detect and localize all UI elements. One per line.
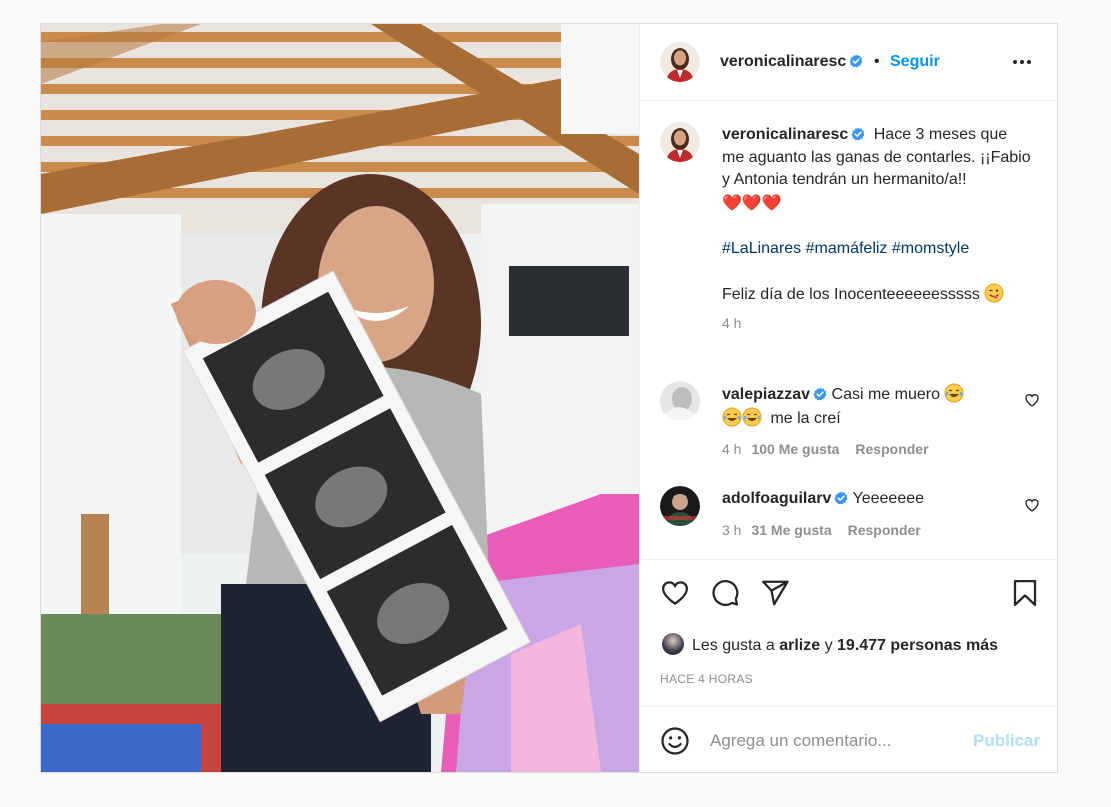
reply-button[interactable]: Responder <box>855 441 928 457</box>
caption-time[interactable]: 4 h <box>722 312 1032 335</box>
comment-likes[interactable]: 100 Me gusta <box>751 441 839 457</box>
commenter-username[interactable]: adolfoaguilarv <box>722 490 848 507</box>
likes-summary[interactable]: Les gusta a arlize y 19.477 personas más <box>662 633 998 655</box>
caption-body: veronicalinaresc Hace 3 meses que me agu… <box>722 124 1032 335</box>
instagram-post: veronicalinaresc • Seguir veronicalinare… <box>40 23 1058 773</box>
post-header: veronicalinaresc • Seguir <box>640 24 1058 101</box>
comment-text: Yeeeeeee <box>852 490 925 507</box>
heart-icon[interactable] <box>660 578 690 608</box>
comment-body: adolfoaguilarv Yeeeeeee 3 h 31 Me gusta Re… <box>722 488 1012 541</box>
likes-user[interactable]: arlize <box>779 637 820 654</box>
publish-button[interactable]: Publicar <box>973 731 1040 751</box>
tears-of-joy-emoji-icon <box>742 407 762 426</box>
comment-input[interactable] <box>710 727 950 755</box>
comment-icon[interactable] <box>710 578 740 608</box>
comment-text-continued: me la creí <box>770 409 841 427</box>
post-photo[interactable] <box>41 24 639 772</box>
comment-meta: 3 h 31 Me gusta Responder <box>722 519 1012 542</box>
more-icon[interactable] <box>1010 54 1034 70</box>
commenter-username-text: adolfoaguilarv <box>722 490 832 507</box>
verified-badge-icon <box>813 387 827 401</box>
caption-avatar[interactable] <box>660 122 700 162</box>
reply-button[interactable]: Responder <box>848 522 921 538</box>
caption-hashtags: #LaLinares #mamáfeliz #momstyle <box>722 238 1032 261</box>
author-username[interactable]: veronicalinaresc <box>720 53 863 71</box>
bookmark-icon[interactable] <box>1010 578 1040 608</box>
hashtag-link[interactable]: #LaLinares <box>722 240 801 257</box>
comment-time[interactable]: 3 h <box>722 522 741 538</box>
comment-likes[interactable]: 31 Me gusta <box>751 522 831 538</box>
commenter-username-text: valepiazzav <box>722 386 811 403</box>
author-avatar[interactable] <box>660 42 700 82</box>
verified-badge-icon <box>849 54 863 68</box>
caption-line2: Feliz día de los Inocenteeeeeesssss <box>722 283 1032 307</box>
comment-meta: 4 h 100 Me gusta Responder <box>722 438 1012 461</box>
post-timestamp[interactable]: HACE 4 HORAS <box>660 672 753 686</box>
post-side-panel: veronicalinaresc • Seguir veronicalinare… <box>639 24 1058 772</box>
likes-prefix: Les gusta a <box>692 637 775 654</box>
verified-badge-icon <box>834 491 848 505</box>
add-comment-bar: Publicar <box>640 706 1058 772</box>
verified-badge-icon <box>851 127 865 141</box>
commenter-username[interactable]: valepiazzav <box>722 386 827 403</box>
likes-others[interactable]: 19.477 personas más <box>837 637 998 654</box>
comment-text: Casi me muero <box>831 386 940 403</box>
follow-button[interactable]: Seguir <box>890 53 940 71</box>
liker-avatar <box>662 633 684 655</box>
comment-like-heart-icon[interactable] <box>1024 497 1040 513</box>
emoji-icon[interactable] <box>660 726 690 756</box>
wink-tongue-emoji-icon <box>984 283 1004 302</box>
hashtag-link[interactable]: #momstyle <box>892 240 969 257</box>
tears-of-joy-emoji-icon <box>944 383 964 403</box>
hashtag-link[interactable]: #mamáfeliz <box>806 240 888 257</box>
comment-like-heart-icon[interactable] <box>1024 392 1040 408</box>
separator-dot: • <box>874 53 880 70</box>
caption-hearts: ❤️❤️❤️ <box>722 194 782 212</box>
tears-of-joy-emoji-icon <box>722 407 742 426</box>
commenter-avatar[interactable] <box>660 486 700 526</box>
commenter-avatar[interactable] <box>660 381 700 421</box>
comment-body: valepiazzav Casi me muero me la creí 4 h… <box>722 383 1012 461</box>
caption-username[interactable]: veronicalinaresc <box>722 126 865 143</box>
likes-conj: y <box>824 637 833 654</box>
post-actions: Les gusta a arlize y 19.477 personas más… <box>640 559 1058 772</box>
comment-time[interactable]: 4 h <box>722 441 741 457</box>
author-username-text: veronicalinaresc <box>720 53 847 70</box>
post-image <box>41 24 639 772</box>
caption-username-text: veronicalinaresc <box>722 126 849 143</box>
share-icon[interactable] <box>760 578 790 608</box>
caption-line2-text: Feliz día de los Inocenteeeeeesssss <box>722 285 980 303</box>
